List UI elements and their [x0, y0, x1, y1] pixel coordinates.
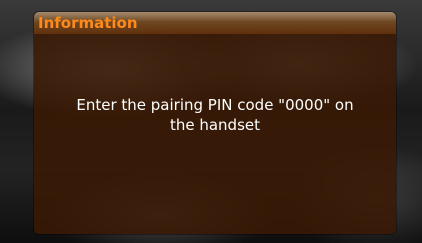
dialog-header: Information — [34, 12, 396, 34]
dialog-message: Enter the pairing PIN code "0000" on the… — [34, 95, 396, 135]
dialog-title: Information — [38, 14, 138, 32]
information-dialog: Information Enter the pairing PIN code "… — [34, 12, 396, 234]
message-line-1: Enter the pairing PIN code "0000" on — [76, 96, 354, 114]
message-line-2: the handset — [169, 116, 261, 134]
